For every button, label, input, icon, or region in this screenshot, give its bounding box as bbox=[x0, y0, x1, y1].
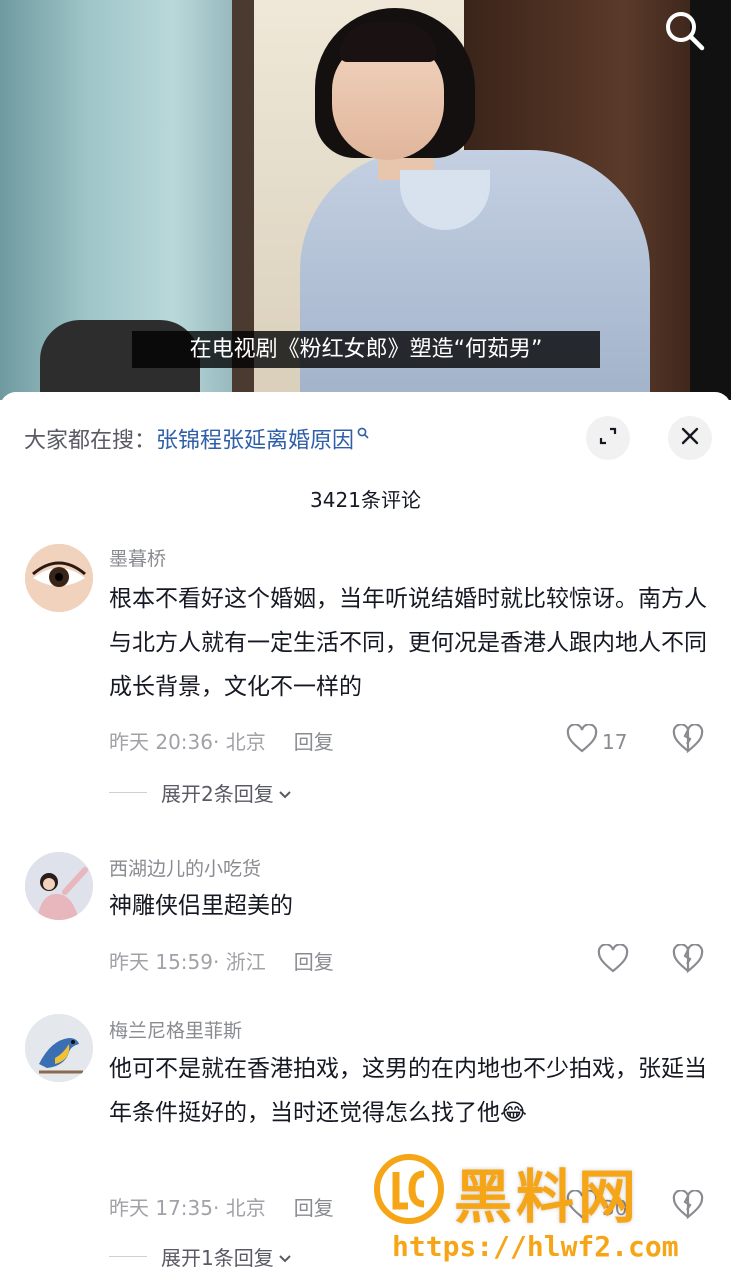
hot-search-term[interactable]: 张锦程张延离婚原因 bbox=[156, 428, 354, 453]
close-icon bbox=[679, 425, 701, 451]
hot-search-prefix: 大家都在搜： bbox=[24, 428, 157, 454]
like-count: 17 bbox=[602, 729, 628, 754]
avatar[interactable] bbox=[25, 1014, 93, 1082]
expand-button[interactable] bbox=[586, 416, 630, 460]
expand-replies-label: 展开1条回复 bbox=[161, 1246, 274, 1270]
comment-time-location: 昨天 20:36· 北京 bbox=[109, 730, 266, 754]
comment-item: 西湖边儿的小吃货 神雕侠侣里超美的 昨天 15:59· 浙江 回复 bbox=[0, 852, 731, 992]
divider-line bbox=[109, 1256, 147, 1257]
search-icon[interactable] bbox=[662, 8, 706, 52]
chevron-down-icon bbox=[278, 1245, 292, 1269]
comment-time-location: 昨天 15:59· 浙江 bbox=[109, 950, 266, 974]
comment-username[interactable]: 梅兰尼格里菲斯 bbox=[109, 1016, 242, 1043]
video-subtitle: 在电视剧《粉红女郎》塑造“何茹男” bbox=[132, 331, 600, 368]
expand-replies[interactable]: 展开2条回复 bbox=[109, 778, 292, 807]
reply-button[interactable]: 回复 bbox=[294, 950, 334, 974]
comment-count: 3421条评论 bbox=[310, 488, 421, 512]
comment-meta: 昨天 15:59· 浙江 回复 bbox=[109, 946, 334, 975]
comment-username[interactable]: 墨暮桥 bbox=[109, 544, 166, 571]
comment-text: 神雕侠侣里超美的 bbox=[109, 893, 293, 919]
broken-heart-icon bbox=[672, 723, 704, 758]
reply-button[interactable]: 回复 bbox=[294, 1196, 334, 1220]
expand-replies-label: 展开2条回复 bbox=[161, 782, 274, 806]
expand-replies[interactable]: 展开1条回复 bbox=[109, 1242, 292, 1271]
watermark-url: https://hlwf2.com bbox=[392, 1230, 679, 1263]
comment-text: 根本不看好这个婚姻，当年听说结婚时就比较惊讶。南方人与北方人就有一定生活不同，更… bbox=[109, 586, 707, 700]
actress-bangs bbox=[340, 22, 436, 62]
dislike-button[interactable] bbox=[672, 943, 704, 978]
video-edge bbox=[690, 0, 731, 400]
reply-button[interactable]: 回复 bbox=[294, 730, 334, 754]
comment-time-location: 昨天 17:35· 北京 bbox=[109, 1196, 266, 1220]
dislike-button[interactable] bbox=[672, 723, 704, 758]
divider-line bbox=[109, 792, 147, 793]
comment-sheet: 大家都在搜：张锦程张延离婚原因 3421条评论 墨暮桥 根本不看好这个婚姻，当年… bbox=[0, 392, 731, 1280]
comment-text-content: 他可不是就在香港拍戏，这男的在内地也不少拍戏，张延当年条件挺好的，当时还觉得怎么… bbox=[109, 1056, 707, 1126]
heart-icon bbox=[566, 723, 598, 759]
laughing-emoji: 😂 bbox=[500, 1100, 527, 1126]
video-player[interactable]: 在电视剧《粉红女郎》塑造“何茹男” bbox=[0, 0, 731, 400]
comment-text: 他可不是就在香港拍戏，这男的在内地也不少拍戏，张延当年条件挺好的，当时还觉得怎么… bbox=[109, 1047, 709, 1135]
comment-meta: 昨天 17:35· 北京 回复 bbox=[109, 1192, 334, 1221]
comment-username[interactable]: 西湖边儿的小吃货 bbox=[109, 854, 261, 881]
comment-item: 墨暮桥 根本不看好这个婚姻，当年听说结婚时就比较惊讶。南方人与北方人就有一定生活… bbox=[0, 542, 731, 806]
comment-meta: 昨天 20:36· 北京 回复 bbox=[109, 726, 334, 755]
search-small-icon bbox=[357, 420, 369, 445]
avatar[interactable] bbox=[25, 852, 93, 920]
close-button[interactable] bbox=[668, 416, 712, 460]
watermark: 黑料网 https://hlwf2.com bbox=[372, 1150, 712, 1275]
expand-icon bbox=[597, 425, 619, 451]
like-button[interactable]: 17 bbox=[566, 723, 628, 759]
hot-search-bar[interactable]: 大家都在搜：张锦程张延离婚原因 bbox=[24, 420, 369, 454]
watermark-title: 黑料网 bbox=[454, 1163, 641, 1231]
watermark-logo-icon bbox=[372, 1152, 446, 1230]
like-button[interactable] bbox=[597, 943, 629, 979]
heart-icon bbox=[597, 943, 629, 979]
broken-heart-icon bbox=[672, 943, 704, 978]
avatar[interactable] bbox=[25, 544, 93, 612]
chevron-down-icon bbox=[278, 781, 292, 805]
